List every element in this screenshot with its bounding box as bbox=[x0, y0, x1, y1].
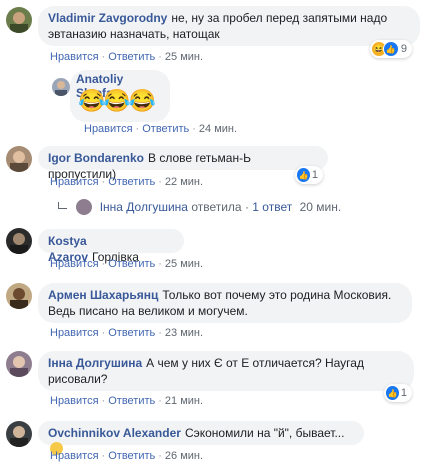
comment-bubble: Армен Шахарьянц Только вот почему это род… bbox=[38, 283, 412, 323]
reply-block: Anatoliy Shtefan 😂😂😂 bbox=[70, 70, 170, 122]
reply-link[interactable]: Ответить bbox=[108, 176, 155, 188]
avatar bbox=[76, 199, 93, 215]
reply-count[interactable]: 1 ответ bbox=[252, 200, 292, 214]
reply-link[interactable]: Ответить bbox=[108, 327, 155, 339]
like-link[interactable]: Нравится bbox=[50, 51, 99, 63]
comment-actions: Нравится · Ответить · 25 мин. bbox=[50, 258, 204, 270]
laughing-emoji-icon: 😂 bbox=[103, 88, 130, 113]
avatar[interactable] bbox=[6, 7, 32, 33]
timestamp[interactable]: 22 мин. bbox=[165, 176, 203, 188]
emoji-row: 😂😂😂 bbox=[78, 88, 156, 113]
like-link[interactable]: Нравится bbox=[50, 450, 99, 462]
commenter-name[interactable]: Армен Шахарьянц bbox=[48, 288, 158, 302]
commenter-name[interactable]: Igor Bondarenko bbox=[48, 151, 144, 165]
like-link[interactable]: Нравится bbox=[50, 176, 99, 188]
avatar[interactable] bbox=[6, 283, 32, 309]
timestamp[interactable]: 25 мин. bbox=[165, 51, 203, 63]
commenter-name[interactable]: Vladimir Zavgorodny bbox=[48, 11, 167, 25]
dot-separator: · bbox=[244, 200, 249, 214]
avatar[interactable] bbox=[6, 351, 32, 377]
timestamp[interactable]: 24 мин. bbox=[199, 123, 237, 135]
reply-author[interactable]: Інна Долгушина bbox=[100, 200, 188, 214]
reaction-count: 1 bbox=[400, 387, 407, 399]
comment-bubble: Інна Долгушина А чем у них Є от Е отличае… bbox=[38, 351, 414, 391]
comment-actions: Нравится · Ответить · 22 мин. bbox=[50, 176, 204, 188]
reply-link[interactable]: Ответить bbox=[108, 258, 155, 270]
timestamp[interactable]: 21 мин. bbox=[165, 395, 203, 407]
like-link[interactable]: Нравится bbox=[50, 395, 99, 407]
reply-verb: ответила bbox=[191, 200, 242, 214]
timestamp: 20 мин. bbox=[299, 200, 342, 214]
like-icon: 👍 bbox=[386, 386, 399, 400]
reply-link[interactable]: Ответить bbox=[142, 123, 189, 135]
comment-text: Сэкономили на "й", бывает... bbox=[184, 426, 345, 440]
comment-actions: Нравится · Ответить · 21 мин. bbox=[50, 395, 204, 407]
reply-link[interactable]: Ответить bbox=[108, 395, 155, 407]
like-icon: 👍 bbox=[382, 41, 399, 57]
commenter-name[interactable]: Інна Долгушина bbox=[48, 356, 142, 370]
reaction-count: 9 bbox=[400, 43, 407, 55]
reaction-count: 1 bbox=[311, 169, 318, 181]
comment-actions: Нравится · Ответить · 24 мин. bbox=[84, 123, 238, 135]
comment-bubble: Кostya Azarov Горлівка bbox=[38, 229, 184, 264]
reply-link[interactable]: Ответить bbox=[108, 51, 155, 63]
like-link[interactable]: Нравится bbox=[50, 258, 99, 270]
reply-arrow-icon bbox=[58, 202, 67, 209]
reply-link[interactable]: Ответить bbox=[108, 450, 155, 462]
like-icon: 👍 bbox=[297, 168, 310, 182]
comment-bubble: Igor Bondarenko В слове гетьман-Ь пропуст… bbox=[38, 146, 328, 181]
reaction-badge[interactable]: 👍 1 bbox=[295, 166, 323, 184]
comment-bubble: Ovchinnikov Alexander Сэкономили на "й", … bbox=[38, 421, 364, 455]
avatar[interactable] bbox=[6, 421, 32, 447]
laughing-emoji-icon: 😂 bbox=[78, 88, 105, 113]
commenter-name[interactable]: Ovchinnikov Alexander bbox=[48, 426, 181, 440]
reaction-badge[interactable]: 👍 1 bbox=[384, 384, 412, 402]
comment-actions: Нравится · Ответить · 26 мин. bbox=[50, 450, 204, 462]
view-replies-link[interactable]: Інна Долгушина ответила · 1 ответ 20 мин… bbox=[58, 199, 341, 215]
reaction-badge[interactable]: 😆 👍 9 bbox=[370, 40, 412, 58]
timestamp[interactable]: 25 мин. bbox=[165, 258, 203, 270]
like-link[interactable]: Нравится bbox=[50, 327, 99, 339]
avatar[interactable] bbox=[6, 146, 32, 172]
timestamp[interactable]: 23 мин. bbox=[165, 327, 203, 339]
avatar[interactable] bbox=[6, 228, 32, 254]
timestamp[interactable]: 26 мин. bbox=[165, 450, 203, 462]
avatar[interactable] bbox=[52, 78, 70, 96]
like-link[interactable]: Нравится bbox=[84, 123, 133, 135]
comment-actions: Нравится · Ответить · 25 мин. bbox=[50, 51, 204, 63]
laughing-emoji-icon: 😂 bbox=[128, 88, 156, 113]
comment-bubble: Vladimir Zavgorodny не, ну за пробел пере… bbox=[38, 6, 420, 46]
comment-actions: Нравится · Ответить · 23 мин. bbox=[50, 327, 204, 339]
